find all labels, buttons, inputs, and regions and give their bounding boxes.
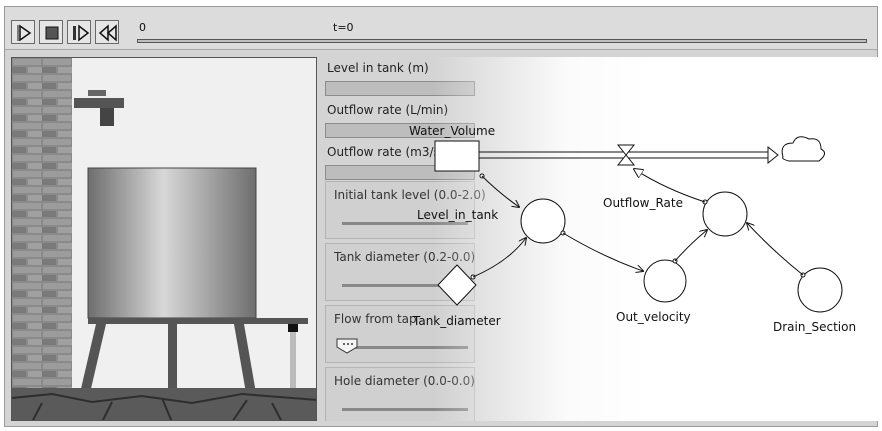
constant-label: Tank_diameter	[412, 314, 501, 328]
step-button[interactable]	[67, 20, 91, 44]
time-readout: t=0	[333, 21, 354, 34]
stock-water-volume[interactable]	[434, 140, 480, 172]
constant-tank-diameter[interactable]	[437, 264, 477, 306]
faucet	[74, 98, 124, 108]
aux-label: Out_velocity	[616, 310, 691, 324]
flow-label: Outflow_Rate	[603, 196, 683, 210]
tank-leg	[80, 324, 106, 393]
timeline-start-label: 0	[139, 21, 146, 34]
cloud-sink-icon	[781, 136, 825, 162]
play-button[interactable]	[11, 20, 35, 44]
stock-flow-diagram: Water_Volume Outflow_Rate Level_in_tank …	[409, 124, 856, 334]
step-forward-icon	[73, 24, 90, 42]
rewind-icon	[98, 24, 117, 42]
aux-label: Drain_Section	[773, 320, 856, 334]
aux-label: Level_in_tank	[417, 208, 498, 222]
control-panel: Level in tank (m) Outflow rate (L/min) O…	[323, 57, 879, 421]
aux-level-in-tank[interactable]	[520, 198, 566, 244]
water-tank	[87, 167, 257, 319]
flow-valve-icon[interactable]	[616, 144, 636, 166]
stop-icon	[45, 26, 59, 40]
drain-valve	[288, 324, 298, 332]
stock-label: Water_Volume	[409, 124, 495, 138]
time-track[interactable]	[137, 39, 867, 43]
time-slider[interactable]: 0 t=0	[137, 21, 871, 45]
aux-outflow-rate[interactable]	[702, 191, 748, 237]
rewind-button[interactable]	[95, 20, 119, 44]
tank-animation	[11, 57, 317, 421]
aux-out-velocity[interactable]	[643, 259, 687, 303]
stop-button[interactable]	[39, 20, 63, 44]
brick-wall	[12, 58, 72, 388]
simulation-window: 0 t=0 Level in tank (m) Outflow rate (L/…	[4, 6, 879, 427]
tank-scene-graphic	[12, 58, 316, 420]
play-icon	[17, 24, 32, 42]
toolbar: 0 t=0	[5, 7, 877, 50]
